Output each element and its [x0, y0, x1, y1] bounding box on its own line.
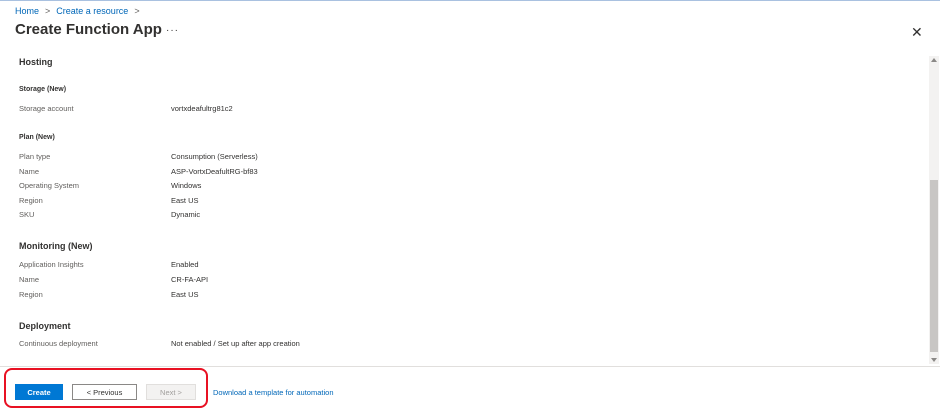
- row-value: East US: [171, 290, 199, 299]
- row-key: Application Insights: [19, 260, 84, 269]
- scrollbar-thumb[interactable]: [930, 180, 938, 352]
- breadcrumb: Home > Create a resource >: [15, 6, 146, 16]
- row-value: vortxdeafultrg81c2: [171, 104, 233, 113]
- row-sku: SKU Dynamic: [19, 210, 619, 222]
- row-value: ASP-VortxDeafultRG-bf83: [171, 167, 258, 176]
- row-monitoring-region: Region East US: [19, 290, 619, 302]
- row-plan-region: Region East US: [19, 196, 619, 208]
- subhead-plan: Plan (New): [19, 134, 55, 141]
- annotation-highlight-circle: [4, 368, 208, 408]
- section-title-monitoring: Monitoring (New): [19, 241, 93, 251]
- row-application-insights: Application Insights Enabled: [19, 260, 619, 272]
- vertical-scrollbar[interactable]: [929, 56, 939, 364]
- row-plan-name: Name ASP-VortxDeafultRG-bf83: [19, 167, 619, 179]
- row-value: Consumption (Serverless): [171, 152, 258, 161]
- row-value: Not enabled / Set up after app creation: [171, 339, 300, 348]
- row-value: CR-FA-API: [171, 275, 209, 284]
- page-title: Create Function App: [15, 21, 162, 38]
- row-value: East US: [171, 196, 199, 205]
- download-template-link[interactable]: Download a template for automation: [213, 388, 334, 397]
- more-options-icon[interactable]: ···: [166, 25, 179, 36]
- section-title-deployment: Deployment: [19, 321, 71, 331]
- row-value: Dynamic: [171, 210, 201, 219]
- row-key: Operating System: [19, 181, 80, 190]
- subhead-storage: Storage (New): [19, 86, 67, 93]
- close-icon[interactable]: ✕: [911, 24, 923, 41]
- breadcrumb-separator: >: [45, 6, 51, 16]
- breadcrumb-home-link[interactable]: Home: [15, 6, 39, 16]
- row-key: Plan type: [19, 152, 51, 161]
- row-operating-system: Operating System Windows: [19, 181, 619, 193]
- row-continuous-deployment: Continuous deployment Not enabled / Set …: [19, 339, 619, 351]
- row-key: SKU: [19, 210, 35, 219]
- row-key: Continuous deployment: [19, 339, 98, 348]
- row-key: Name: [19, 275, 40, 284]
- top-border: [0, 0, 940, 1]
- review-content: Hosting Storage (New) Storage account vo…: [0, 48, 928, 364]
- row-key: Storage account: [19, 104, 74, 113]
- section-title-hosting: Hosting: [19, 57, 53, 67]
- row-key: Region: [19, 196, 43, 205]
- row-key: Region: [19, 290, 43, 299]
- row-value: Enabled: [171, 260, 199, 269]
- breadcrumb-create-resource-link[interactable]: Create a resource: [56, 6, 128, 16]
- row-key: Name: [19, 167, 40, 176]
- scroll-up-arrow-icon[interactable]: [931, 58, 937, 62]
- scroll-down-arrow-icon[interactable]: [931, 358, 937, 362]
- row-value: Windows: [171, 181, 202, 190]
- row-monitoring-name: Name CR-FA-API: [19, 275, 619, 287]
- row-storage-account: Storage account vortxdeafultrg81c2: [19, 104, 619, 116]
- breadcrumb-separator: >: [134, 6, 140, 16]
- footer-divider: [0, 366, 940, 367]
- row-plan-type: Plan type Consumption (Serverless): [19, 152, 619, 164]
